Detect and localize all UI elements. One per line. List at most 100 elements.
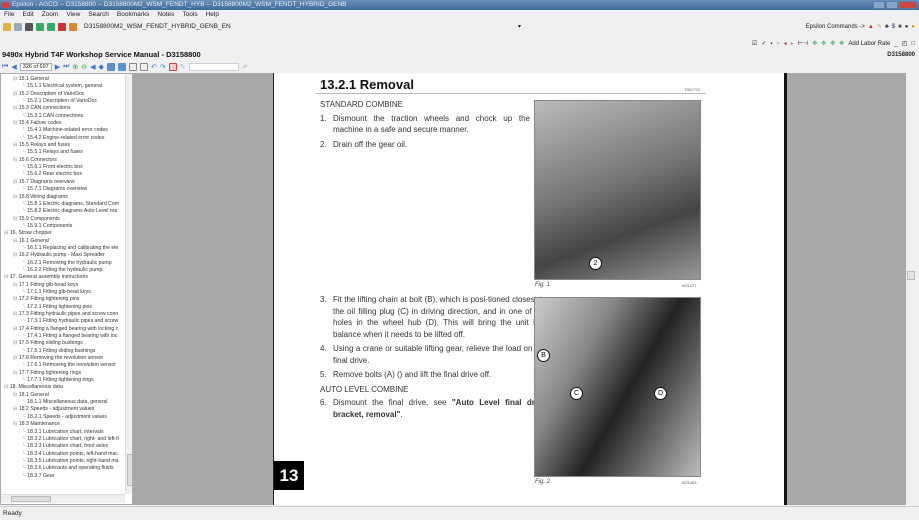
move-up-icon[interactable]: ✥ [812,40,817,47]
menu-bookmarks[interactable]: Bookmarks [117,10,150,20]
toc-item[interactable]: 17. General assembly instructions [1,274,125,281]
highlight-icon[interactable]: ✎ [180,63,186,71]
single-page-icon[interactable] [128,62,137,71]
fit-width-icon[interactable] [106,62,115,71]
fit-page-icon[interactable] [117,62,126,71]
toc-item[interactable]: 15.7.1 Diagrams overview [1,186,125,193]
toc-item[interactable]: 18.3.7 Gear [1,473,125,480]
toc-item[interactable]: 16.1.1 Replacing and calibrating the ele [1,245,125,252]
toc-item[interactable]: 15.9 Components [1,216,125,223]
binoculars-icon[interactable] [36,22,44,31]
move-right-icon[interactable]: ✥ [830,40,835,47]
toc-item[interactable]: 15.5.1 Relays and fuses [1,149,125,156]
toc-item[interactable]: 18.3 Maintenance [1,421,125,428]
zoom-in-icon[interactable]: ⊕ [72,63,78,71]
toc-item[interactable]: 18.3.2 Lubrication chart, right- and lef… [1,436,125,443]
close-button[interactable] [899,1,917,9]
minimize-button[interactable] [873,1,885,9]
binoculars-next-icon[interactable] [47,22,55,31]
toc-item[interactable]: 15.8.1 Electric diagrams, Standard Com [1,201,125,208]
toc-item[interactable]: 17.3.1 Fitting hydraulic pipes and screw [1,318,125,325]
document-vertical-scrollbar[interactable] [906,73,916,505]
user-icon[interactable]: ● [911,24,915,30]
toc-item[interactable]: 15.3.1 CAN connections [1,113,125,120]
toc-item[interactable]: 17.1 Fitting gib-head keys [1,282,125,289]
toc-item[interactable]: 15.2.1 Description of VarioDoc [1,98,125,105]
zoom-out-icon[interactable]: ⊖ [81,63,87,71]
toc-item[interactable]: 18.3.3 Lubrication chart, front axles [1,443,125,450]
toc-item[interactable]: 17.3 Fitting hydraulic pipes and screw c… [1,311,125,318]
toc-item[interactable]: 18.3.5 Lubrication points, right-hand ma [1,458,125,465]
document-selector[interactable]: D3158800M2_WSM_FENDT_HYBRID_GENB_EN [84,23,231,30]
two-page-icon[interactable] [139,62,148,71]
toc-item[interactable]: 15.6.2 Rear electric box [1,171,125,178]
toc-item[interactable]: 15.8.2 Electric diagrams Auto Level ma [1,208,125,215]
toc-item[interactable]: 17.2 Fitting tightening pins [1,296,125,303]
toc-item[interactable]: 17.2.1 Fitting tightening pins [1,304,125,311]
toc-item[interactable]: 16.2.1 Removing the hydraulic pump [1,260,125,267]
toc-item[interactable]: 18. Miscellaneous data [1,384,125,391]
check-icon[interactable]: ✓ [761,40,766,47]
toc-vertical-scrollbar[interactable] [125,74,132,494]
notes-icon[interactable]: ✎ [877,23,882,30]
next-icon[interactable]: ▸ [791,40,794,47]
scroll-thumb[interactable] [907,271,915,280]
add-labor-rate-button[interactable]: Add Labor Rate [848,41,890,47]
toc-item[interactable]: 18.3.6 Lubricants and operating fluids [1,465,125,472]
open-folder-icon[interactable] [3,22,11,31]
toc-item[interactable]: 15.7 Diagrams overview [1,179,125,186]
parts-icon[interactable]: ■ [898,24,902,30]
toc-item[interactable]: 17.4 Fitting a flanged bearing with lock… [1,326,125,333]
document-icon[interactable] [14,22,22,31]
rotate-right-icon[interactable]: ↷ [160,63,166,71]
toc-item[interactable]: 17.6.1 Removing the revolution sensor [1,362,125,369]
back-icon[interactable]: ◀ [90,63,95,71]
hierarchy-icon[interactable]: ♣ [885,24,889,30]
mdi-restore-button[interactable]: ◰ [902,40,908,47]
toc-item[interactable]: 18.2 Speeds - adjustment values [1,406,125,413]
mdi-minimize-button[interactable]: _ [894,41,897,47]
edit-icon[interactable]: ☑ [752,40,757,47]
toc-item[interactable]: 17.5 Fitting sliding bushings [1,340,125,347]
toc-item[interactable]: 16.2.2 Fitting the hydraulic pump [1,267,125,274]
toc-item[interactable]: 15.1 General [1,76,125,83]
menu-notes[interactable]: Notes [157,10,174,20]
dropdown-arrow-icon[interactable]: ▾ [518,23,521,30]
warning-icon[interactable]: ▲ [868,24,874,30]
page-number-input[interactable]: 326 of 697 [19,62,52,71]
cart-icon[interactable]: ▪ [770,41,772,47]
toc-item[interactable]: 17.7 Fitting tightening rings [1,370,125,377]
menu-zoom[interactable]: Zoom [42,10,59,20]
range-icon[interactable]: ⊢⊣ [798,40,808,47]
toc-item[interactable]: 17.4.1 Fitting a flanged bearing with lo… [1,333,125,340]
toc-horizontal-scrollbar[interactable] [1,494,125,503]
toc-item[interactable]: 15.1.1 Electrical system, general [1,83,125,90]
toc-item[interactable]: 16.1 General [1,238,125,245]
toc-item[interactable]: 15.5 Relays and fuses [1,142,125,149]
menu-search[interactable]: Search [88,10,109,20]
toc-item[interactable]: 15.4.2 Engine-related error codes [1,135,125,142]
search-go-icon[interactable]: ⇗ [242,63,248,71]
maximize-button[interactable] [886,1,898,9]
scroll-thumb[interactable] [11,496,51,502]
menu-tools[interactable]: Tools [182,10,197,20]
toc-item[interactable]: 18.3.4 Lubrication points, left-hand mac [1,451,125,458]
print-icon[interactable] [25,22,33,31]
toc-item[interactable]: 15.9.1 Components [1,223,125,230]
toc-item[interactable]: 16. Straw chopper [1,230,125,237]
search-input[interactable] [188,62,239,71]
menu-file[interactable]: File [4,10,14,20]
toc-item[interactable]: 15.6.1 Front electric box [1,164,125,171]
dollar-icon[interactable]: $ [892,24,895,30]
info-icon[interactable]: ● [905,24,909,30]
toc-item[interactable]: 17.5.1 Fitting sliding bushings [1,348,125,355]
first-icon[interactable]: « [776,41,779,47]
menu-edit[interactable]: Edit [22,10,33,20]
toc-item[interactable]: 17.7.1 Fitting tightening rings [1,377,125,384]
first-page-icon[interactable]: ⏮ [2,63,8,71]
toc-item[interactable]: 18.2.1 Speeds - adjustment values [1,414,125,421]
toc-item[interactable]: 18.3.1 Lubrication chart, intervals [1,429,125,436]
book-open-icon[interactable] [69,22,77,31]
toc-item[interactable]: 15.8 Wiring diagrams [1,194,125,201]
toc-item[interactable]: 15.2 Description of VarioDoc [1,91,125,98]
